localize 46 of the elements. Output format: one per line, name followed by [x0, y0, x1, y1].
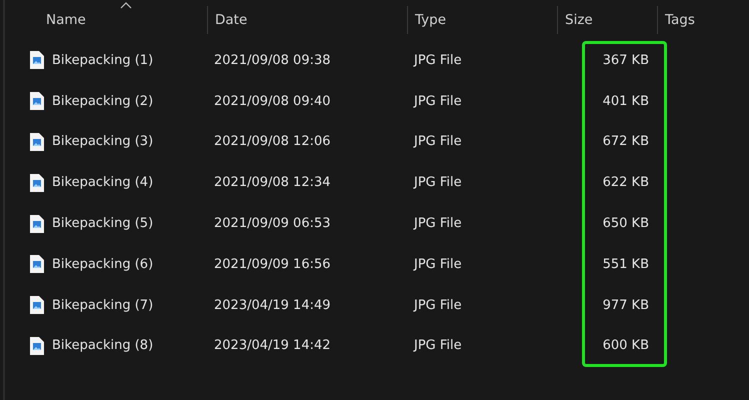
file-size: 672 KB [602, 134, 650, 150]
image-file-icon [30, 132, 44, 151]
image-file-icon [30, 255, 44, 274]
column-header[interactable]: Name [46, 12, 86, 28]
file-size: 622 KB [602, 175, 650, 190]
image-file-icon [30, 296, 44, 314]
file-size: 650 KB [602, 216, 650, 232]
image-file-icon [30, 51, 44, 70]
image-file-icon [30, 92, 44, 110]
file-name[interactable]: Bikepacking (4) [52, 175, 154, 190]
file-name[interactable]: Bikepacking (1) [52, 52, 154, 68]
file-name[interactable]: Bikepacking (8) [52, 338, 154, 354]
file-name[interactable]: Bikepacking (7) [52, 298, 154, 313]
file-type: JPG File [412, 216, 463, 232]
file-type: JPG File [412, 52, 463, 68]
file-date: 2021/09/09 16:56 [213, 256, 332, 272]
file-date: 2021/09/08 12:34 [213, 175, 332, 190]
file-size: 367 KB [602, 52, 650, 68]
file-type: JPG File [412, 338, 463, 354]
file-date: 2023/04/19 14:42 [213, 338, 332, 354]
file-size: 401 KB [602, 94, 650, 109]
file-date: 2023/04/19 14:49 [213, 298, 332, 313]
image-file-icon [30, 336, 44, 355]
file-type: JPG File [412, 298, 463, 313]
file-date: 2021/09/08 12:06 [213, 134, 332, 150]
column-header[interactable]: Type [415, 12, 446, 28]
column-header[interactable]: Date [215, 12, 248, 28]
column-header[interactable]: Size [565, 12, 593, 28]
file-size: 977 KB [602, 298, 650, 313]
file-date: 2021/09/08 09:38 [213, 52, 332, 68]
file-type: JPG File [412, 175, 463, 190]
image-file-icon [30, 174, 44, 192]
file-name[interactable]: Bikepacking (2) [52, 94, 154, 109]
image-file-icon [30, 214, 44, 233]
file-size: 600 KB [602, 338, 650, 354]
file-name[interactable]: Bikepacking (5) [52, 216, 154, 232]
sort-caret-icon [120, 2, 132, 9]
file-type: JPG File [412, 134, 463, 150]
file-name[interactable]: Bikepacking (6) [52, 256, 154, 272]
file-date: 2021/09/09 06:53 [213, 216, 332, 232]
file-name[interactable]: Bikepacking (3) [52, 134, 154, 150]
file-size: 551 KB [602, 256, 650, 272]
column-header[interactable]: Tags [665, 12, 695, 28]
file-date: 2021/09/08 09:40 [213, 94, 332, 109]
file-type: JPG File [412, 256, 463, 272]
file-type: JPG File [412, 94, 463, 109]
